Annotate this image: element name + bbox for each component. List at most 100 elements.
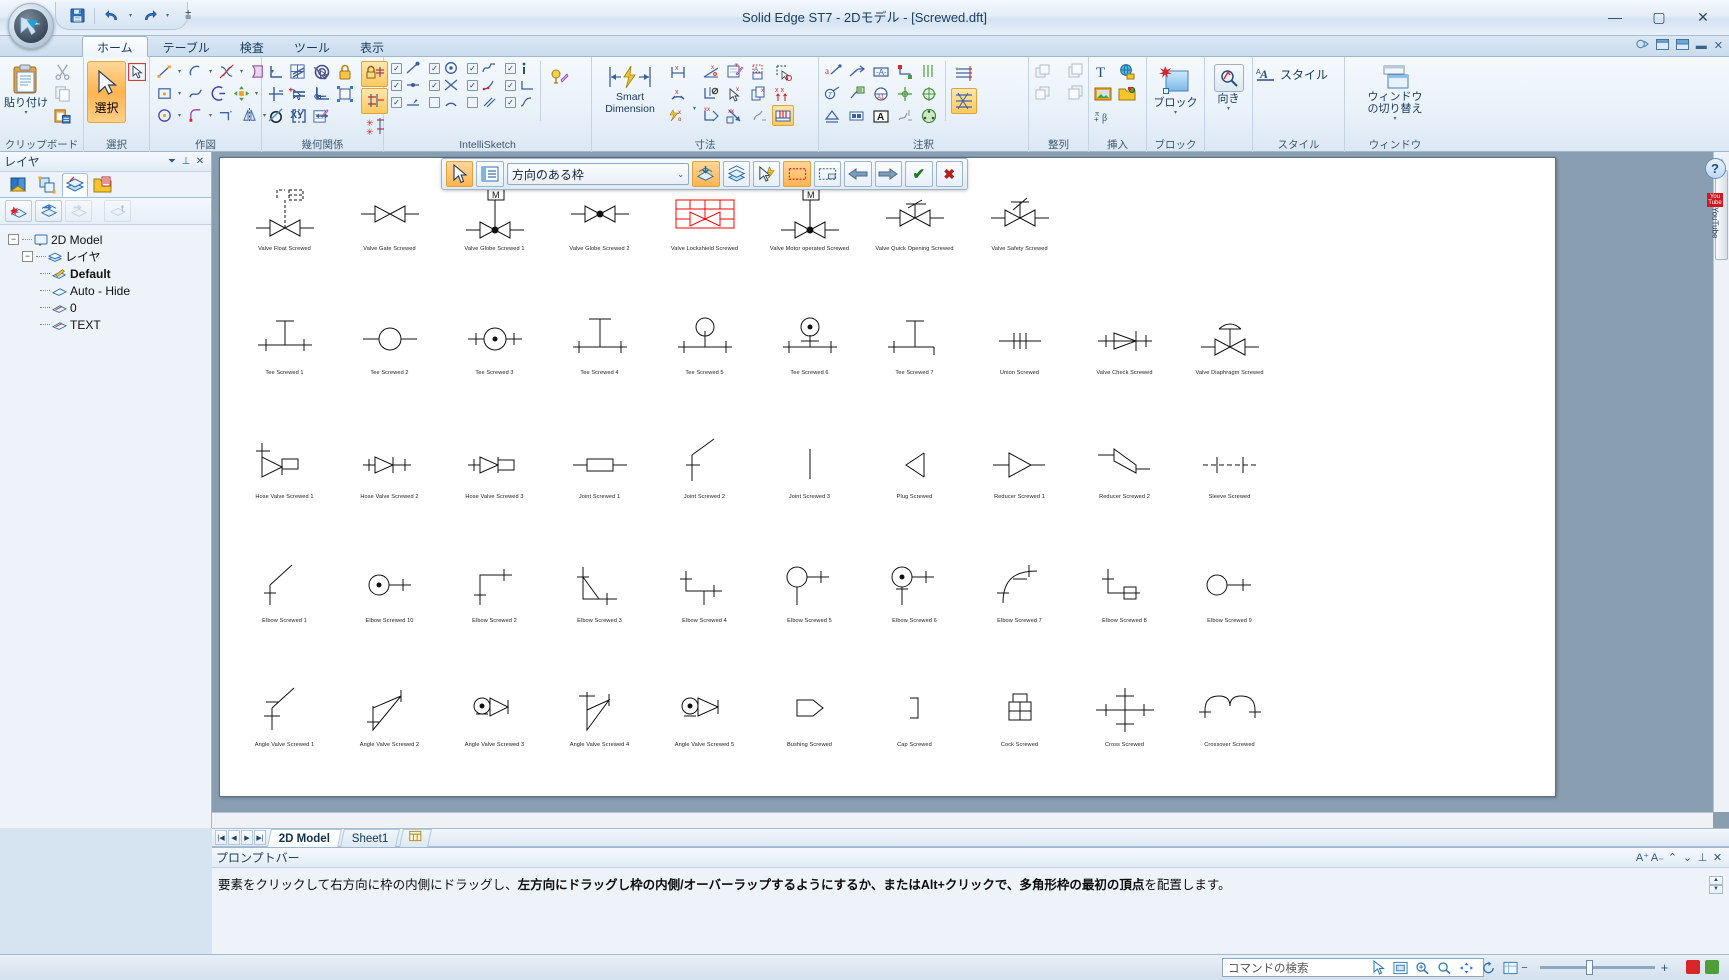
options-list-icon[interactable] xyxy=(476,161,504,187)
symbol-joint-screwed-1[interactable]: Joint Screwed 1 xyxy=(547,428,652,508)
symbol-elbow-screwed-1[interactable]: Elbow Screwed 1 xyxy=(232,552,337,632)
next-arrow-icon[interactable] xyxy=(874,161,903,187)
trim-icon[interactable] xyxy=(215,105,237,126)
symbol-sleeve-screwed[interactable]: Sleeve Screwed xyxy=(1177,428,1282,508)
chevron-up-icon[interactable]: ⌃ xyxy=(1665,851,1680,864)
tree-node-2d-model[interactable]: − 2D Model xyxy=(6,231,211,248)
chevron-down-icon[interactable]: ⌄ xyxy=(1680,851,1695,864)
tab-inspect[interactable]: 検査 xyxy=(225,36,279,57)
hide-layer-button[interactable] xyxy=(65,200,92,222)
drawing-sheet[interactable]: Valve Float Screwed Valve Gate Screwed M… xyxy=(219,157,1556,797)
zoom-in-button[interactable]: + xyxy=(1656,958,1673,977)
first-sheet-button[interactable]: |◀ xyxy=(215,830,227,845)
symbol-crossover-screwed[interactable]: Crossover Screwed xyxy=(1177,676,1282,756)
prompt-scroll-down-icon[interactable]: ▼ xyxy=(1709,885,1723,894)
symbol-tee-screwed-5[interactable]: Tee Screwed 5 xyxy=(652,304,757,384)
arrow-select-icon[interactable] xyxy=(446,161,474,187)
symbol-hose-valve-screwed-3[interactable]: Hose Valve Screwed 3 xyxy=(442,428,547,508)
insert-hyperlink-icon[interactable] xyxy=(1116,61,1138,82)
insert-symbol-icon[interactable]: π β + xyxy=(1092,105,1114,126)
is-offset-checkbox[interactable]: ✓ xyxy=(505,96,516,108)
insert-text-icon[interactable]: T xyxy=(1092,61,1114,82)
horizontal-vertical-relation-icon[interactable] xyxy=(265,83,287,104)
symbol-cross-screwed[interactable]: Cross Screwed xyxy=(1072,676,1177,756)
tab-table[interactable]: テーブル xyxy=(148,36,225,57)
perpendicular-relation-icon[interactable] xyxy=(311,83,333,104)
tree-node-zero[interactable]: 0 xyxy=(6,299,211,316)
pin-icon[interactable]: ⊥ xyxy=(179,156,193,167)
rectangle-chevron-down-icon[interactable]: ▾ xyxy=(176,90,183,97)
cancel-button[interactable]: ✖ xyxy=(935,161,963,187)
connect-relation-icon[interactable] xyxy=(265,61,287,82)
symbol-valve-float-screwed[interactable]: Valve Float Screwed xyxy=(232,180,337,260)
symbol-elbow-screwed-3[interactable]: Elbow Screwed 3 xyxy=(547,552,652,632)
sheet-vertical-scrollbar[interactable]: ▲ xyxy=(1713,152,1729,812)
feature-control-frame-icon[interactable] xyxy=(822,105,844,126)
panel-tab-blocks[interactable] xyxy=(34,173,60,197)
bring-forward-icon[interactable] xyxy=(1064,61,1086,82)
symbol-union-screwed[interactable]: Union Screwed xyxy=(967,304,1072,384)
symbol-elbow-screwed-2[interactable]: Elbow Screwed 2 xyxy=(442,552,547,632)
symbol-elbow-screwed-8[interactable]: Elbow Screwed 8 xyxy=(1072,552,1177,632)
overlap-frame-icon[interactable] xyxy=(813,161,842,187)
intellisketch-options-icon[interactable] xyxy=(546,65,572,91)
select-dimension-icon[interactable]: x xyxy=(724,83,746,104)
annotation-align-icon[interactable]: + xyxy=(951,61,977,87)
curve-chevron-down-icon[interactable]: ▾ xyxy=(238,68,245,75)
symbol-valve-gate-screwed[interactable]: Valve Gate Screwed xyxy=(337,180,442,260)
fillet-chevron-down-icon[interactable]: ▾ xyxy=(207,112,214,119)
tab-tools[interactable]: ツール xyxy=(279,36,345,57)
ribbon-display-icon-2[interactable] xyxy=(1675,38,1689,53)
layer-add-icon[interactable] xyxy=(692,161,720,187)
pan-icon[interactable] xyxy=(1458,958,1475,977)
tangent-relation-icon[interactable] xyxy=(265,105,287,126)
leader-icon[interactable] xyxy=(846,61,868,82)
is-tangent-checkbox[interactable]: ✓ xyxy=(467,79,478,91)
is-curve-checkbox[interactable]: ✓ xyxy=(467,62,478,74)
rotate-icon[interactable] xyxy=(1480,958,1497,977)
ribbon-close-icon[interactable]: ✕ xyxy=(1714,39,1723,52)
paste-button[interactable]: 貼り付け ▾ xyxy=(3,61,49,116)
symbol-angle-valve-screwed-1[interactable]: Angle Valve Screwed 1 xyxy=(232,676,337,756)
concentric-relation-icon[interactable] xyxy=(311,61,333,82)
is-horizontal-checkbox[interactable]: ✓ xyxy=(505,79,516,91)
is-tangent-point[interactable]: ✓ xyxy=(467,78,497,92)
undo-icon[interactable] xyxy=(101,6,123,26)
annotation-text-icon[interactable]: a xyxy=(822,61,844,82)
symbol-reducer-screwed-1[interactable]: Reducer Screwed 1 xyxy=(967,428,1072,508)
inside-frame-icon[interactable] xyxy=(783,161,811,187)
center-mark-icon[interactable] xyxy=(894,83,916,104)
symbol-cap-screwed[interactable]: Cap Screwed xyxy=(862,676,967,756)
close-icon[interactable]: ✕ xyxy=(1710,851,1725,864)
tree-node-text[interactable]: TEXT xyxy=(6,316,211,333)
symbol-tee-screwed-4[interactable]: Tee Screwed 4 xyxy=(547,304,652,384)
circle-chevron-down-icon[interactable]: ▾ xyxy=(176,112,183,119)
copy-button[interactable] xyxy=(51,83,73,104)
select-tool-icon[interactable] xyxy=(1370,958,1387,977)
customize-icon[interactable]: ⩲ xyxy=(185,9,191,22)
youtube-link[interactable]: You Tube YouTube xyxy=(1707,193,1723,238)
block-button[interactable]: ブロック ▾ xyxy=(1150,61,1201,116)
previous-sheet-button[interactable]: ◀ xyxy=(228,830,240,845)
redo-chevron-down-icon[interactable]: ▾ xyxy=(164,12,171,19)
is-info[interactable]: ✓ xyxy=(505,61,529,75)
application-button[interactable] xyxy=(8,3,54,49)
close-button[interactable]: ✕ xyxy=(1681,4,1725,30)
panel-tab-library[interactable] xyxy=(6,173,32,197)
is-center[interactable]: ✓ xyxy=(429,61,459,75)
select-mode-dropdown[interactable]: 方向のある枠 ⌄ xyxy=(506,163,690,185)
symbol-angle-valve-screwed-4[interactable]: Angle Valve Screwed 4 xyxy=(547,676,652,756)
is-info-checkbox[interactable]: ✓ xyxy=(505,62,516,74)
is-point-on[interactable]: ✓ xyxy=(391,95,421,109)
rigid-set-icon[interactable] xyxy=(311,105,333,126)
layer-properties-button[interactable] xyxy=(104,200,131,222)
is-endpoint-checkbox[interactable]: ✓ xyxy=(391,62,402,74)
switch-window-button[interactable]: ウィンドウ の切り替え ▾ xyxy=(1352,61,1438,122)
layers-icon[interactable] xyxy=(722,161,750,187)
centerline-icon[interactable] xyxy=(918,61,940,82)
equal-relation-icon[interactable] xyxy=(288,83,310,104)
panel-tab-layers[interactable] xyxy=(62,173,88,197)
zoom-slider-track[interactable] xyxy=(1540,966,1655,969)
is-intersection-checkbox[interactable]: ✓ xyxy=(429,79,440,91)
symbol-elbow-screwed-6[interactable]: Elbow Screwed 6 xyxy=(862,552,967,632)
